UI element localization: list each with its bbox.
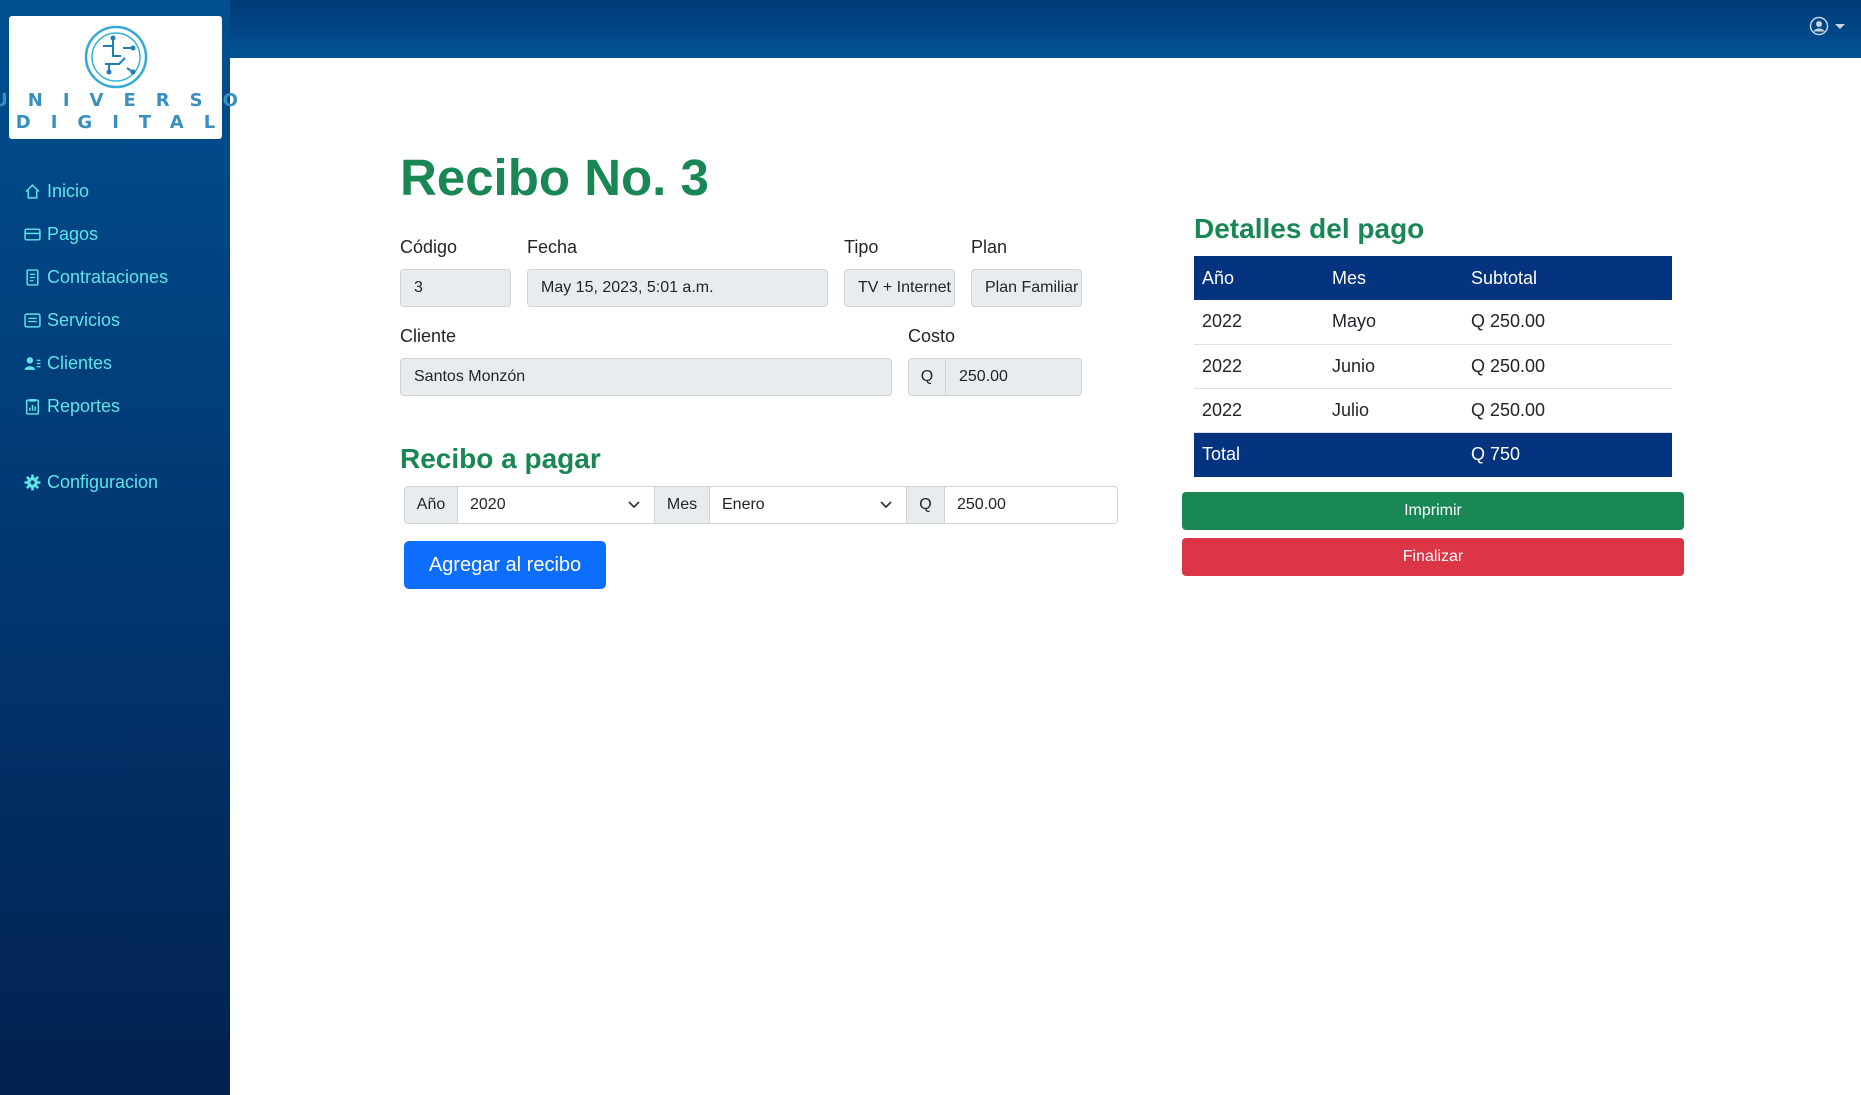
details-title: Detalles del pago — [1194, 213, 1425, 244]
sidebar-item-contrataciones[interactable]: Contrataciones — [24, 256, 168, 299]
logo-line2: DIGITAL — [15, 112, 236, 133]
sidebar-item-label: Inicio — [47, 181, 90, 201]
gear-icon — [24, 474, 41, 491]
chevron-down-icon — [1835, 23, 1845, 29]
sidebar-item-clientes[interactable]: Clientes — [24, 342, 168, 385]
column-header-month: Mes — [1332, 267, 1367, 288]
amount-input[interactable]: 250.00 — [944, 486, 1118, 524]
home-icon — [25, 184, 40, 199]
sidebar-item-inicio[interactable]: Inicio — [24, 170, 168, 213]
total-spacer — [1324, 432, 1463, 477]
payment-details-table: Año Mes Subtotal 2022 Mayo Q 250.00 2022… — [1194, 256, 1672, 477]
topbar — [230, 0, 1861, 58]
sidebar-item-label: Reportes — [47, 396, 121, 416]
sidebar-item-label: Clientes — [47, 353, 113, 373]
cell-year: 2022 — [1194, 300, 1324, 345]
year-select[interactable]: 2020 — [457, 486, 655, 524]
list-card-icon — [24, 313, 41, 328]
pay-form-title: Recibo a pagar — [400, 443, 601, 474]
total-value: Q 750 — [1471, 444, 1521, 465]
report-icon — [25, 399, 40, 415]
month-select[interactable]: Enero — [709, 486, 907, 524]
table-row: 2022 Junio Q 250.00 — [1194, 344, 1672, 389]
cell-year: 2022 — [1194, 388, 1324, 433]
users-icon — [24, 357, 41, 370]
fecha-label: Fecha — [527, 237, 578, 257]
table-total-row: Total Q 750 — [1194, 432, 1672, 477]
user-menu-button[interactable] — [1809, 16, 1845, 36]
costo-field[interactable]: 250.00 — [945, 358, 1082, 396]
print-button[interactable]: Imprimir — [1182, 492, 1684, 530]
tipo-field[interactable]: TV + Internet — [844, 269, 955, 307]
amount-currency-addon: Q — [906, 486, 945, 524]
cell-subtotal: Q 250.00 — [1463, 388, 1672, 433]
circuit-globe-icon — [84, 25, 147, 89]
column-header-subtotal: Subtotal — [1471, 267, 1538, 288]
page-title: Recibo No. 3 — [400, 149, 709, 206]
cliente-field[interactable]: Santos Monzón — [400, 358, 892, 396]
fecha-field[interactable]: May 15, 2023, 5:01 a.m. — [527, 269, 828, 307]
sidebar-item-configuracion[interactable]: Configuracion — [24, 461, 168, 504]
cell-subtotal: Q 250.00 — [1463, 300, 1672, 345]
user-circle-icon — [1809, 16, 1829, 36]
tipo-label: Tipo — [844, 237, 879, 257]
sidebar-item-pagos[interactable]: Pagos — [24, 213, 168, 256]
total-label: Total — [1202, 444, 1241, 465]
sidebar-item-label: Configuracion — [47, 472, 159, 492]
column-header-year: Año — [1202, 267, 1235, 288]
sidebar-item-label: Servicios — [47, 310, 121, 330]
sidebar-item-label: Contrataciones — [47, 267, 169, 287]
brand-logo[interactable]: UNIVERSO DIGITAL — [0, 16, 238, 139]
sidebar-nav: Inicio Pagos Contrataciones Servicios Cl… — [24, 170, 168, 504]
chevron-down-icon — [628, 501, 640, 509]
chevron-down-icon — [880, 501, 892, 509]
credit-card-icon — [24, 228, 41, 241]
cell-year: 2022 — [1194, 344, 1324, 389]
table-row: 2022 Julio Q 250.00 — [1194, 388, 1672, 433]
codigo-field[interactable]: 3 — [400, 269, 511, 307]
document-icon — [26, 269, 39, 286]
sidebar-item-reportes[interactable]: Reportes — [24, 385, 168, 428]
month-select-value: Enero — [722, 496, 765, 513]
logo-line1: UNIVERSO — [0, 90, 258, 111]
plan-field[interactable]: Plan Familiar — [971, 269, 1082, 307]
sidebar: UNIVERSO DIGITAL Inicio Pagos Contrataci… — [0, 0, 238, 1095]
sidebar-item-servicios[interactable]: Servicios — [24, 299, 168, 342]
table-header-row: Año Mes Subtotal — [1194, 256, 1672, 300]
cell-month: Mayo — [1324, 300, 1463, 345]
cell-month: Julio — [1324, 388, 1463, 433]
month-addon-label: Mes — [654, 486, 710, 524]
plan-label: Plan — [971, 237, 1008, 257]
year-select-value: 2020 — [470, 496, 506, 513]
codigo-label: Código — [400, 237, 458, 257]
costo-currency-addon: Q — [908, 358, 946, 396]
cliente-label: Cliente — [400, 326, 457, 346]
cell-subtotal: Q 250.00 — [1463, 344, 1672, 389]
cell-month: Junio — [1324, 344, 1463, 389]
finish-button[interactable]: Finalizar — [1182, 538, 1684, 576]
year-addon-label: Año — [404, 486, 458, 524]
sidebar-item-label: Pagos — [47, 224, 99, 244]
add-to-receipt-button[interactable]: Agregar al recibo — [404, 541, 606, 589]
costo-label: Costo — [908, 326, 956, 346]
table-row: 2022 Mayo Q 250.00 — [1194, 300, 1672, 345]
